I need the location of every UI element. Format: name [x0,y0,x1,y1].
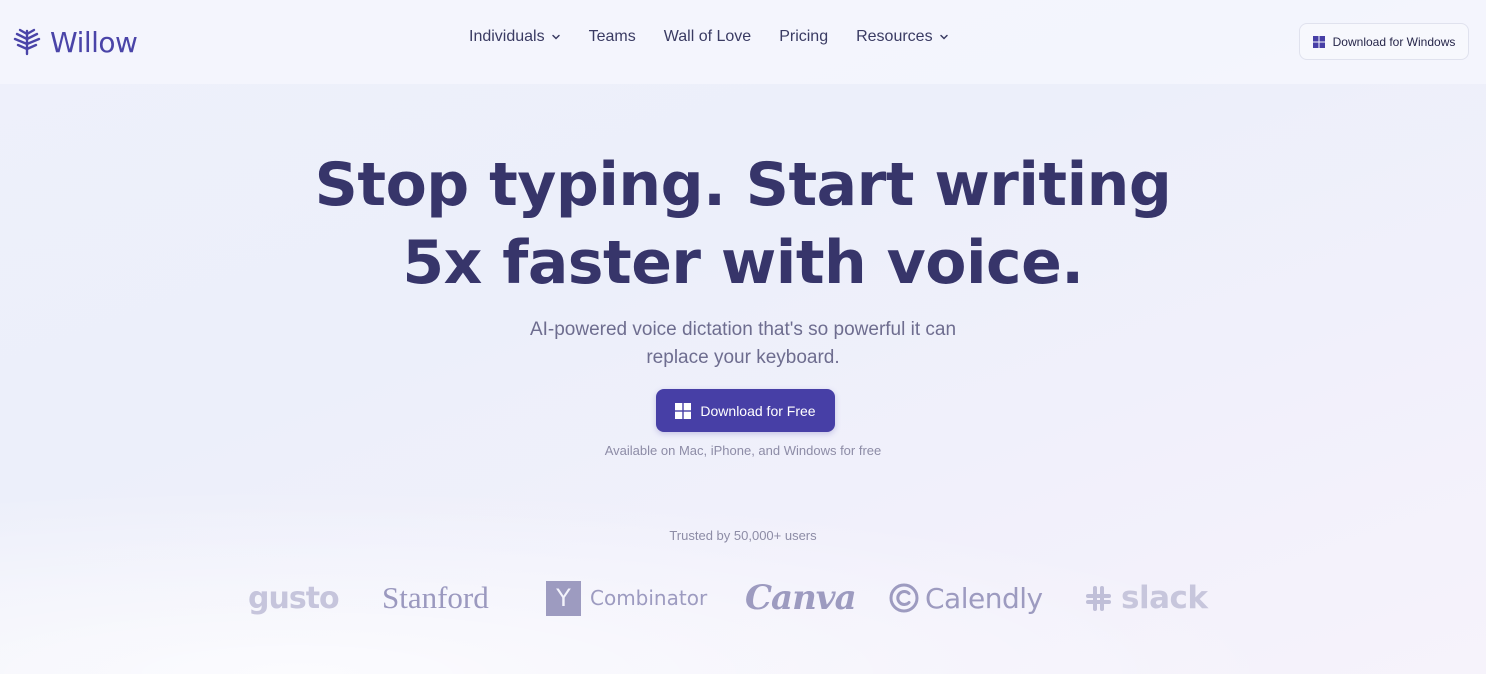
hero-subtitle-line-1: AI-powered voice dictation that's so pow… [529,319,957,340]
windows-icon [675,402,692,419]
gusto-logo: gusto [248,580,340,616]
download-free-button[interactable]: Download for Free [656,389,835,432]
slack-text: slack [1121,580,1208,616]
hero-subtitle: AI-powered voice dictation that's so pow… [493,316,993,372]
nav-wall-of-love[interactable]: Wall of Love [664,28,751,46]
willow-logo[interactable]: Willow [12,24,138,60]
hero-title-line-1: Stop typing. Start writing [314,150,1172,220]
customer-logos: gusto Stanford Y Combinator Canva Calend… [0,570,1486,630]
y-combinator-logo: Y Combinator [546,570,707,626]
nav-teams[interactable]: Teams [589,28,636,46]
willow-leaf-icon [13,28,41,56]
chevron-down-icon [939,34,948,40]
windows-icon [1312,35,1325,48]
availability-note: Available on Mac, iPhone, and Windows fo… [604,443,882,458]
nav-individuals[interactable]: Individuals [469,28,561,46]
site-header: Willow Individuals Teams Wall of Love Pr… [0,0,1486,84]
slack-logo: slack [1082,570,1208,626]
canva-logo: Canva [745,578,857,618]
nav-pricing-label: Pricing [779,28,829,45]
stanford-logo: Stanford [382,580,489,615]
background-swoosh [0,454,1486,674]
y-combinator-text: Combinator [590,586,708,610]
nav-pricing[interactable]: Pricing [779,28,828,46]
hero-title: Stop typing. Start writing 5x faster wit… [0,146,1486,302]
slack-icon [1086,585,1111,611]
logo-text: Willow [50,25,138,59]
calendly-text: Calendly [925,581,1043,615]
nav-resources-label: Resources [856,28,933,45]
hero-subtitle-line-2: replace your keyboard. [646,347,840,368]
main-nav: Individuals Teams Wall of Love Pricing R… [469,28,949,46]
hero-title-line-2: 5x faster with voice. [402,228,1084,298]
nav-wall-of-love-label: Wall of Love [663,28,752,45]
download-windows-label: Download for Windows [1332,34,1456,49]
download-free-label: Download for Free [700,402,816,419]
chevron-down-icon [551,34,560,40]
nav-resources[interactable]: Resources [856,28,948,46]
nav-teams-label: Teams [588,28,636,45]
nav-individuals-label: Individuals [469,28,545,45]
download-windows-button[interactable]: Download for Windows [1299,23,1469,60]
y-combinator-mark: Y [546,580,581,616]
trusted-label: Trusted by 50,000+ users [669,528,817,543]
calendly-icon [889,583,919,613]
calendly-logo: Calendly [888,570,1043,626]
